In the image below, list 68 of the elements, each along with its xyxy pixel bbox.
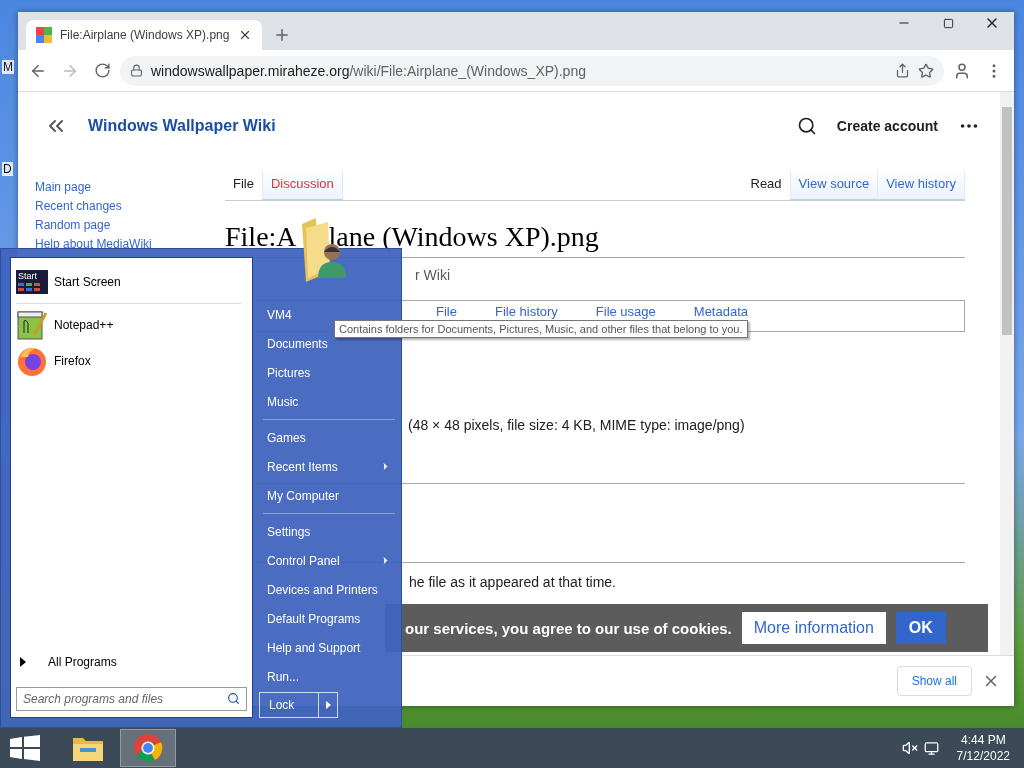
muted-speaker-icon[interactable]	[901, 740, 918, 756]
menu-item[interactable]: Control Panel	[259, 546, 399, 575]
sidebar-link[interactable]: Help about MediaWiki	[35, 237, 225, 252]
firefox-icon	[16, 345, 48, 377]
network-icon[interactable]	[923, 740, 939, 756]
browser-tab[interactable]: File:Airplane (Windows XP).png	[26, 20, 262, 50]
search-field[interactable]: Search programs and files	[16, 687, 247, 711]
sidebar-link[interactable]: Main page	[35, 180, 225, 195]
sidebar-link[interactable]: Recent changes	[35, 199, 225, 214]
menu-item[interactable]: Run...	[259, 662, 399, 691]
menu-item[interactable]: Pictures	[259, 358, 399, 387]
desktop-icon-label[interactable]: M	[2, 60, 14, 74]
page-title: File:A	[225, 221, 297, 254]
create-account-link[interactable]: Create account	[836, 118, 938, 134]
clock[interactable]: 4:44 PM 7/12/2022	[956, 732, 1010, 764]
favicon-icon	[36, 27, 52, 43]
file-section-link[interactable]: File history	[494, 301, 558, 319]
windows-logo-icon[interactable]	[10, 735, 40, 761]
page-tab[interactable]: View source	[790, 170, 879, 200]
search-icon[interactable]	[796, 116, 817, 136]
url-text: windowswallpaper.miraheze.org/wiki/File:Airplane_(Windows_XP).png	[151, 62, 587, 79]
new-tab-icon[interactable]	[273, 26, 291, 44]
maximize-icon[interactable]	[942, 17, 954, 29]
menu-item[interactable]: Default Programs	[259, 604, 399, 633]
all-programs-item[interactable]: All Programs	[16, 647, 247, 677]
file-info: (48 × 48 pixels, file size: 4 KB, MIME type: image/png)	[408, 417, 746, 433]
cookie-text: our services, you agree to our use of cookies.	[405, 619, 732, 637]
menu-item[interactable]: Settings	[259, 517, 399, 546]
profile-icon[interactable]	[953, 61, 971, 80]
program-item[interactable]: Firefox	[16, 343, 247, 379]
file-section-link[interactable]: File	[436, 301, 457, 319]
ok-button[interactable]: OK	[895, 612, 946, 644]
notepad-icon	[16, 309, 48, 341]
share-icon[interactable]	[895, 63, 910, 78]
more-information-button[interactable]: More information	[741, 612, 886, 644]
show-all-button[interactable]: Show all	[896, 666, 972, 696]
history-note: he file as it appeared at that time.	[409, 574, 617, 590]
file-section-link[interactable]: Metadata	[693, 301, 748, 319]
file-section-link[interactable]: File usage	[595, 301, 656, 319]
reload-icon[interactable]	[93, 62, 111, 79]
menu-item[interactable]: My Computer	[259, 481, 399, 510]
page-title: lane (Windows XP).png	[328, 221, 599, 254]
start-screen-icon: Start	[16, 270, 48, 294]
lock-icon	[130, 64, 143, 77]
triangle-icon	[20, 657, 26, 667]
sidebar-link[interactable]: Random page	[35, 218, 225, 233]
desktop-icon-label[interactable]: D	[2, 162, 13, 176]
menu-item[interactable]: Help and Support	[259, 633, 399, 662]
menu-item[interactable]: Recent Items	[259, 452, 399, 481]
menu-item[interactable]: Music	[259, 387, 399, 416]
chrome-icon[interactable]	[133, 733, 163, 763]
page-tab[interactable]: View history	[878, 170, 965, 200]
page-subtitle: r Wiki	[415, 267, 451, 283]
close-icon[interactable]	[238, 28, 252, 42]
search-icon[interactable]	[227, 692, 240, 705]
menu-item[interactable]: Devices and Printers	[259, 575, 399, 604]
tab-title: File:Airplane (Windows XP).png	[60, 28, 230, 42]
address-bar[interactable]: windowswallpaper.miraheze.org/wiki/File:Airplane_(Windows_XP).png	[120, 55, 944, 86]
taskbar-button[interactable]	[120, 729, 176, 767]
page-tab[interactable]: Discussion	[262, 170, 343, 200]
bookmark-star-icon[interactable]	[918, 62, 934, 79]
program-item[interactable]: Start Start Screen	[16, 264, 247, 300]
tooltip: Contains folders for Documents, Pictures, Music, and other files that belong to you.	[334, 320, 748, 338]
menu-item[interactable]: Games	[259, 423, 399, 452]
caret-icon	[325, 701, 331, 709]
scrollbar[interactable]	[1000, 92, 1014, 655]
site-name[interactable]: Windows Wallpaper Wiki	[88, 117, 777, 135]
program-item[interactable]: Notepad++	[16, 307, 247, 343]
